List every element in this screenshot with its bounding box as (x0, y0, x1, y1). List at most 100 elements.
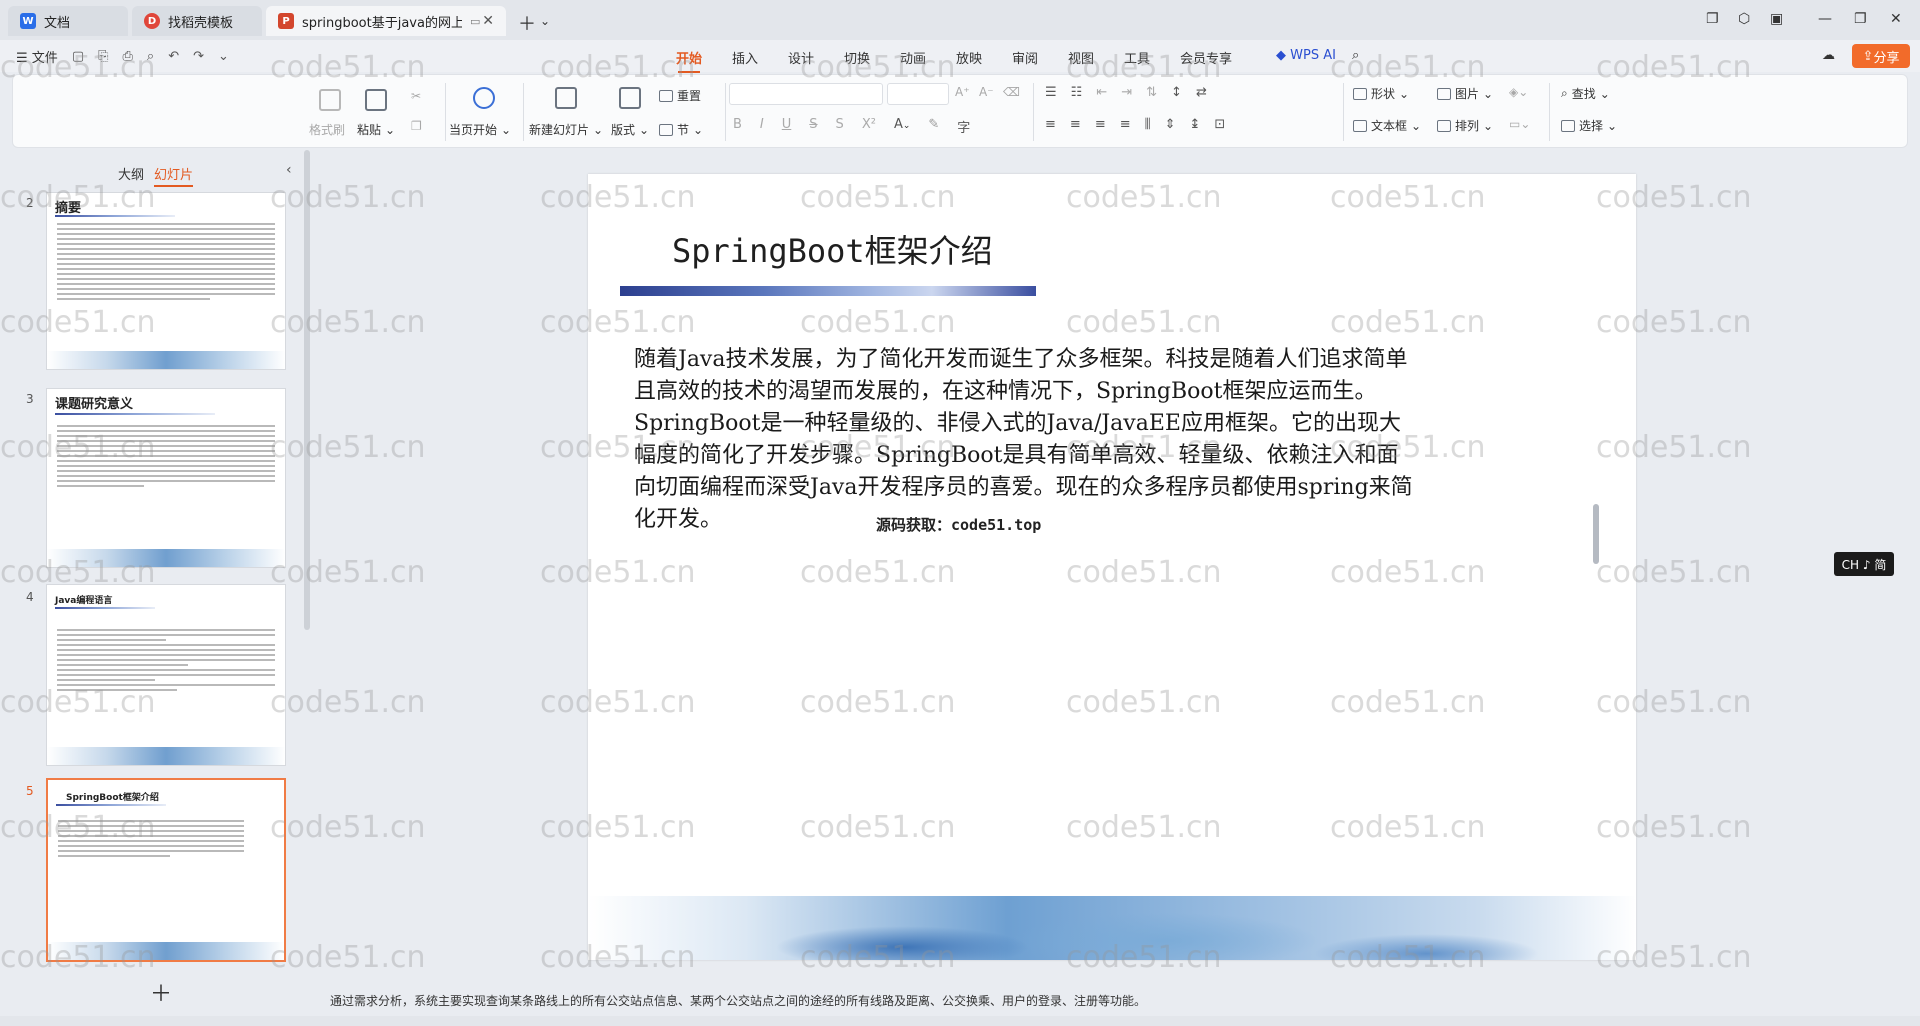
paste-button[interactable]: 粘贴 ⌄ (357, 121, 395, 138)
strikethrough-icon[interactable]: S (809, 117, 817, 136)
format-painter-button[interactable]: 格式刷 (309, 121, 345, 138)
columns-icon[interactable]: ⫼ (1145, 117, 1151, 132)
increase-indent-icon[interactable]: ⇥ (1121, 85, 1132, 100)
ime-indicator[interactable]: CH ♪ 简 (1834, 552, 1894, 576)
watercolor-wave-decoration (588, 896, 1636, 960)
layout-button[interactable]: 版式 ⌄ (611, 121, 649, 138)
decrease-indent-icon[interactable]: ⇤ (1096, 85, 1107, 100)
panel-scrollbar[interactable] (304, 150, 310, 630)
search-icon[interactable]: ⌕ (1352, 48, 1359, 63)
line-spacing-icon[interactable]: ↕ (1171, 85, 1182, 100)
close-tab-icon[interactable]: ✕ (482, 13, 494, 29)
minimize-icon[interactable]: — (1818, 11, 1832, 27)
tab-home[interactable]: 开始 (676, 48, 702, 73)
reset-button[interactable]: 重置 (659, 87, 701, 104)
text-fit-icon[interactable]: ⊡ (1214, 117, 1225, 132)
tab-member[interactable]: 会员专享 (1180, 48, 1232, 67)
play-from-current-button[interactable]: 当页开始 ⌄ (449, 121, 511, 138)
align-left-icon[interactable]: ≡ (1045, 117, 1056, 132)
share-button[interactable]: ⇪ 分享 (1852, 44, 1910, 68)
new-slide-button[interactable]: 新建幻灯片 ⌄ (529, 121, 603, 138)
menu-icon: ☰ (16, 51, 32, 66)
reset-icon (659, 89, 673, 102)
cut-icon[interactable]: ✂ (411, 89, 421, 103)
tab-view[interactable]: 视图 (1068, 48, 1094, 67)
italic-icon[interactable]: I (760, 117, 764, 136)
add-slide-button[interactable]: ＋ (150, 976, 172, 1008)
tab-list-chevron-icon[interactable]: ⌄ (540, 14, 550, 28)
canvas-scrollbar[interactable] (1591, 150, 1601, 980)
copy-icon[interactable]: ❐ (411, 119, 422, 133)
file-menu[interactable]: ☰ 文件 (16, 47, 58, 66)
screen-icon[interactable]: ▭ (470, 15, 480, 28)
bold-icon[interactable]: B (733, 117, 742, 136)
tab-presentation[interactable]: P springboot基于java的网上 ▭ ✕ (266, 6, 506, 36)
tab-animation[interactable]: 动画 (900, 48, 926, 67)
tab-slideshow[interactable]: 放映 (956, 48, 982, 67)
arrange-label: 排列 (1455, 119, 1480, 133)
paragraph-spacing-icon[interactable]: ↨ (1190, 117, 1201, 132)
print-preview-icon[interactable]: ⌕ (147, 49, 154, 64)
undo-icon[interactable]: ↶ (168, 49, 179, 64)
find-button[interactable]: ⌕ 查找 ⌄ (1561, 85, 1610, 102)
section-button[interactable]: 节 ⌄ (659, 121, 703, 138)
justify-icon[interactable]: ≡ (1120, 117, 1131, 132)
select-button[interactable]: 选择 ⌄ (1561, 117, 1617, 134)
align-right-icon[interactable]: ≡ (1095, 117, 1106, 132)
export-icon[interactable]: ⎘ (98, 49, 108, 64)
text-direction-icon[interactable]: ⇅ (1146, 85, 1157, 100)
save-icon[interactable]: ▢ (72, 49, 84, 64)
decrease-font-icon[interactable]: A⁻ (979, 85, 994, 99)
cloud-icon[interactable]: ☁ (1822, 48, 1835, 63)
slide-thumbnail[interactable]: 摘要 (46, 192, 286, 370)
outline-icon[interactable]: ▭⌄ (1509, 117, 1530, 131)
tab-templates[interactable]: D 找稻壳模板 (132, 6, 262, 36)
window-layout-icon[interactable]: ❐ (1706, 11, 1719, 27)
more-chevron-icon[interactable]: ⌄ (218, 49, 229, 64)
current-slide[interactable]: SpringBoot框架介绍 随着Java技术发展，为了简化开发而诞生了众多框架… (588, 174, 1636, 960)
tab-outline[interactable]: 大纲 (118, 164, 144, 183)
tab-slides[interactable]: 幻灯片 (154, 164, 194, 187)
picture-button[interactable]: 图片 ⌄ (1437, 85, 1493, 102)
new-tab-icon[interactable]: ＋ (518, 10, 536, 36)
underline-icon[interactable]: U (782, 117, 792, 136)
collapse-panel-icon[interactable]: ‹ (286, 162, 292, 178)
convert-smartart-icon[interactable]: ⇄ (1196, 85, 1207, 100)
slide-title[interactable]: SpringBoot框架介绍 (672, 226, 993, 272)
vertical-align-icon[interactable]: ⇕ (1165, 117, 1176, 132)
arrange-button[interactable]: 排列 ⌄ (1437, 117, 1493, 134)
char-spacing-icon[interactable]: 字 (957, 117, 970, 136)
slide-thumbnail[interactable]: 课题研究意义 (46, 388, 286, 568)
shadow-icon[interactable]: S (836, 117, 844, 136)
shape-button[interactable]: 形状 ⌄ (1353, 85, 1409, 102)
font-size-select[interactable] (887, 83, 949, 105)
clear-format-icon[interactable]: ⌫ (1003, 85, 1020, 99)
tab-insert[interactable]: 插入 (732, 48, 758, 67)
tab-transition[interactable]: 切换 (844, 48, 870, 67)
close-window-icon[interactable]: ✕ (1890, 11, 1902, 27)
restore-icon[interactable]: ❐ (1854, 11, 1867, 27)
align-center-icon[interactable]: ≡ (1070, 117, 1081, 132)
slide-thumbnail-selected[interactable]: SpringBoot框架介绍 (46, 778, 286, 962)
tab-review[interactable]: 审阅 (1012, 48, 1038, 67)
superscript-icon[interactable]: X² (862, 117, 876, 136)
font-color-icon[interactable]: A⌄ (894, 117, 910, 136)
increase-font-icon[interactable]: A⁺ (955, 85, 970, 99)
wps-ai-button[interactable]: ◆ WPS AI (1276, 48, 1336, 63)
tab-docs[interactable]: W 文档 (8, 6, 128, 36)
print-icon[interactable]: ⎙ (123, 49, 133, 64)
avatar[interactable]: ▣ (1770, 11, 1783, 27)
redo-icon[interactable]: ↷ (193, 49, 204, 64)
cube-icon[interactable]: ⬡ (1738, 11, 1750, 27)
font-family-select[interactable] (729, 83, 883, 105)
bullet-list-icon[interactable]: ☰ (1045, 85, 1057, 100)
tab-design[interactable]: 设计 (788, 48, 814, 67)
highlight-icon[interactable]: ✎ (928, 117, 939, 136)
fill-icon[interactable]: ◈⌄ (1509, 85, 1528, 99)
slide-body-textbox[interactable]: 随着Java技术发展，为了简化开发而诞生了众多框架。科技是随着人们追求简单且高效… (634, 344, 1414, 536)
speaker-notes[interactable]: 通过需求分析，系统主要实现查询某条路线上的所有公交站点信息、某两个公交站点之间的… (318, 988, 1900, 1014)
numbered-list-icon[interactable]: ☷ (1071, 85, 1083, 100)
slide-thumbnail[interactable]: Java编程语言 (46, 584, 286, 766)
tab-tools[interactable]: 工具 (1124, 48, 1150, 67)
textbox-button[interactable]: 文本框 ⌄ (1353, 117, 1421, 134)
